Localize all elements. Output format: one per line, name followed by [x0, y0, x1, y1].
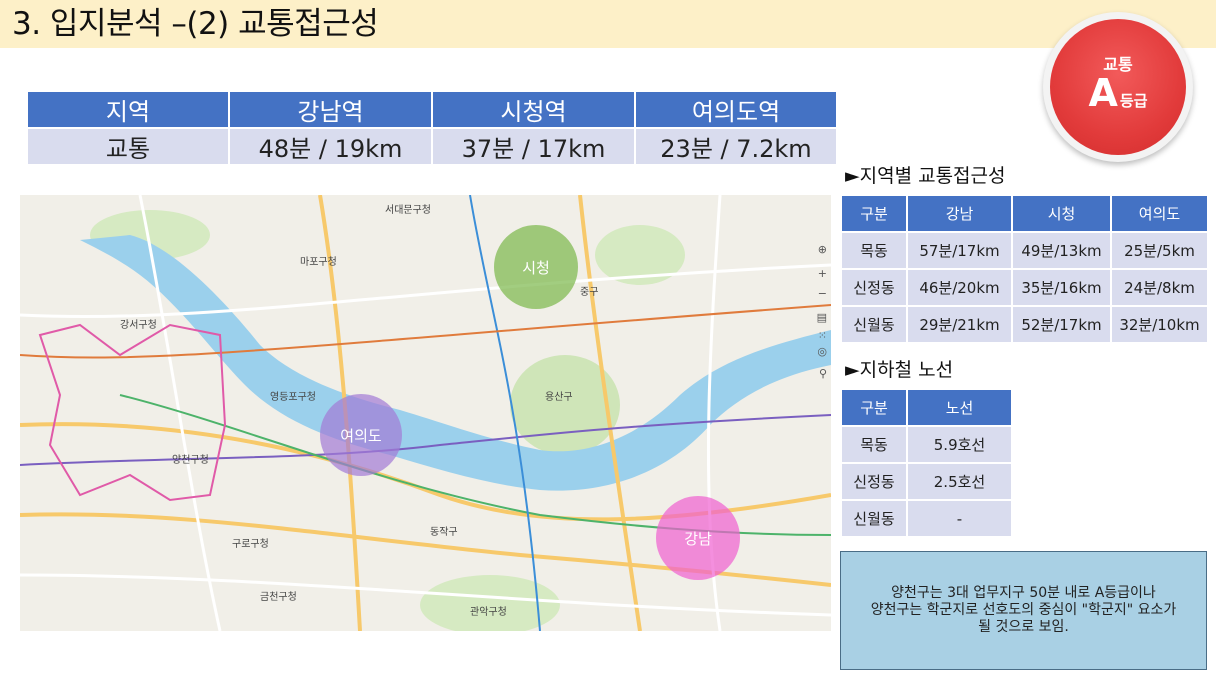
- map-compass-icon[interactable]: ◎: [817, 345, 827, 358]
- map-place-label: 용산구: [545, 391, 573, 403]
- seoul-map[interactable]: 강서구청 양천구청 구로구청 관악구청 용산구 동작구 마포구청 서대문구청 영…: [20, 195, 831, 631]
- map-place-label: 금천구청: [260, 591, 297, 603]
- access-row: 신월동 29분/21km 52분/17km 32분/10km: [840, 305, 1209, 344]
- map-place-label: 중구: [580, 286, 598, 298]
- subway-cell: 5.9호선: [906, 425, 1013, 464]
- access-header-cell: 구분: [840, 194, 908, 233]
- subway-cell: 목동: [840, 425, 908, 464]
- access-cell: 29분/21km: [906, 305, 1013, 344]
- access-cell: 신월동: [840, 305, 908, 344]
- summary-header-row: 지역 강남역 시청역 여의도역: [26, 90, 838, 129]
- map-place-label: 영등포구청: [270, 391, 316, 403]
- access-row: 신정동 46분/20km 35분/16km 24분/8km: [840, 268, 1209, 307]
- access-cell: 57분/17km: [906, 231, 1013, 270]
- map-zoom-in-icon[interactable]: +: [818, 267, 827, 280]
- subway-row: 신정동 2.5호선: [840, 462, 1013, 501]
- summary-note-text: 양천구는 3대 업무지구 50분 내로 A등급이나 양천구는 학군지로 선호도의…: [854, 585, 1194, 636]
- summary-cell: 교통: [26, 127, 230, 166]
- subway-row: 목동 5.9호선: [840, 425, 1013, 464]
- summary-cell: 37분 / 17km: [431, 127, 636, 166]
- subway-header-cell: 구분: [840, 388, 908, 427]
- map-layers-icon[interactable]: ▤: [817, 311, 827, 324]
- map-circle-label: 강남: [684, 530, 712, 548]
- map-place-label: 서대문구청: [385, 204, 431, 216]
- map-place-label: 양천구청: [172, 454, 209, 466]
- summary-header-cell: 여의도역: [634, 90, 838, 129]
- access-cell: 32분/10km: [1110, 305, 1209, 344]
- subway-cell: 신월동: [840, 499, 908, 538]
- subway-cell: 2.5호선: [906, 462, 1013, 501]
- note-line: 될 것으로 보임.: [978, 619, 1069, 635]
- subway-cell: -: [906, 499, 1013, 538]
- grade-badge: 교통 A 등급: [1043, 12, 1193, 162]
- access-cell: 52분/17km: [1011, 305, 1112, 344]
- access-cell: 46분/20km: [906, 268, 1013, 307]
- map-circle-label: 여의도: [340, 427, 382, 445]
- access-header-cell: 강남: [906, 194, 1013, 233]
- map-place-label: 강서구청: [120, 319, 157, 331]
- map-grid-icon[interactable]: ⁙: [818, 329, 827, 342]
- map-place-label: 마포구청: [300, 256, 337, 268]
- summary-note: 양천구는 3대 업무지구 50분 내로 A등급이나 양천구는 학군지로 선호도의…: [840, 551, 1207, 670]
- subway-section-title: ►지하철 노선: [845, 359, 954, 381]
- summary-header-cell: 시청역: [431, 90, 636, 129]
- subway-row: 신월동 -: [840, 499, 1013, 538]
- badge-grade: A 등급: [1050, 71, 1186, 115]
- map-circle-label: 시청: [522, 259, 550, 277]
- summary-cell: 48분 / 19km: [228, 127, 433, 166]
- access-cell: 49분/13km: [1011, 231, 1112, 270]
- subway-cell: 신정동: [840, 462, 908, 501]
- summary-header-cell: 강남역: [228, 90, 433, 129]
- access-row: 목동 57분/17km 49분/13km 25분/5km: [840, 231, 1209, 270]
- map-place-label: 관악구청: [470, 606, 507, 618]
- header-bar: 3. 입지분석 –(2) 교통접근성: [0, 0, 1216, 48]
- map-locate-icon[interactable]: ⊕: [818, 243, 827, 256]
- access-section-title: ►지역별 교통접근성: [845, 165, 1006, 187]
- note-line: 양천구는 3대 업무지구 50분 내로 A등급이나: [891, 585, 1156, 601]
- subway-header-cell: 노선: [906, 388, 1013, 427]
- map-zoom-out-icon[interactable]: −: [818, 287, 827, 300]
- access-header-cell: 여의도: [1110, 194, 1209, 233]
- grade-badge-circle: 교통 A 등급: [1050, 19, 1186, 155]
- map-pin-icon[interactable]: ⚲: [819, 367, 827, 380]
- access-header-cell: 시청: [1011, 194, 1112, 233]
- badge-grade-suffix: 등급: [1119, 92, 1148, 110]
- map-canvas: 강서구청 양천구청 구로구청 관악구청 용산구 동작구 마포구청 서대문구청 영…: [20, 195, 831, 631]
- summary-header-cell: 지역: [26, 90, 230, 129]
- access-cell: 24분/8km: [1110, 268, 1209, 307]
- summary-table: 지역 강남역 시청역 여의도역 교통 48분 / 19km 37분 / 17km…: [26, 90, 838, 166]
- map-place-label: 동작구: [430, 526, 458, 538]
- access-header-row: 구분 강남 시청 여의도: [840, 194, 1209, 233]
- subway-table: 구분 노선 목동 5.9호선 신정동 2.5호선 신월동 -: [840, 388, 1013, 538]
- access-cell: 35분/16km: [1011, 268, 1112, 307]
- map-place-label: 구로구청: [232, 538, 269, 550]
- access-table: 구분 강남 시청 여의도 목동 57분/17km 49분/13km 25분/5k…: [840, 194, 1209, 344]
- access-cell: 25분/5km: [1110, 231, 1209, 270]
- summary-data-row: 교통 48분 / 19km 37분 / 17km 23분 / 7.2km: [26, 127, 838, 166]
- access-cell: 목동: [840, 231, 908, 270]
- access-cell: 신정동: [840, 268, 908, 307]
- page-title: 3. 입지분석 –(2) 교통접근성: [12, 6, 379, 42]
- badge-grade-letter: A: [1088, 71, 1118, 115]
- subway-header-row: 구분 노선: [840, 388, 1013, 427]
- summary-cell: 23분 / 7.2km: [634, 127, 838, 166]
- note-line: 양천구는 학군지로 선호도의 중심이 "학군지" 요소가: [870, 602, 1177, 618]
